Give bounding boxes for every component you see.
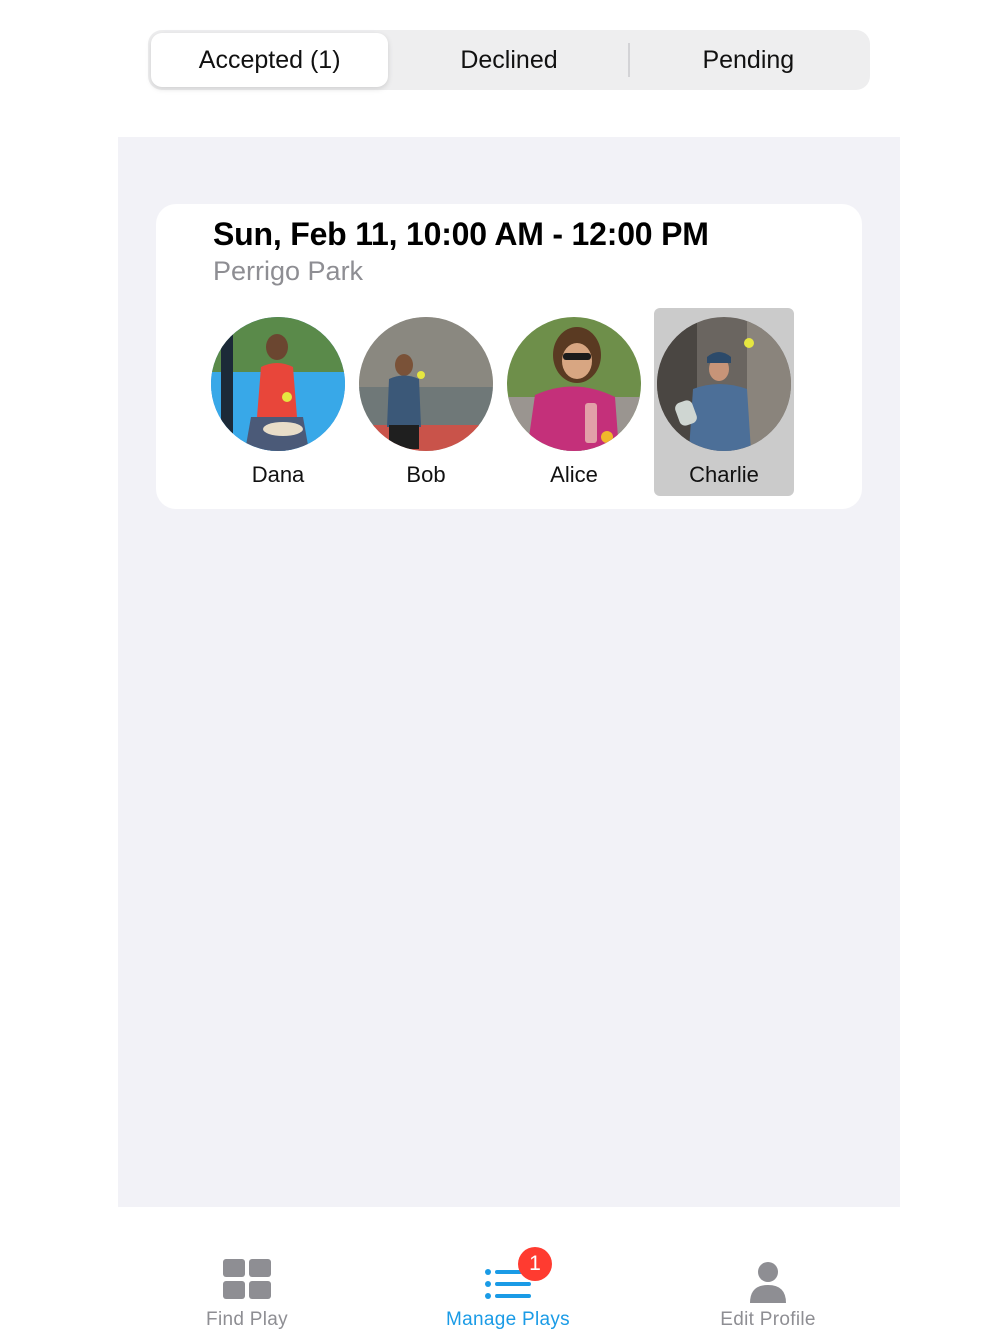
- player-photo-alice: [507, 317, 641, 451]
- event-card[interactable]: Sun, Feb 11, 10:00 AM - 12:00 PM Perrigo…: [156, 204, 862, 509]
- grid-icon: [217, 1255, 277, 1305]
- segment-accepted[interactable]: Accepted (1): [151, 33, 389, 87]
- player-photo-dana: [211, 317, 345, 451]
- tab-manage-plays[interactable]: 1 Manage Plays: [408, 1247, 608, 1333]
- player-name: Bob: [406, 462, 446, 487]
- event-datetime: Sun, Feb 11, 10:00 AM - 12:00 PM: [213, 216, 709, 252]
- avatar: [359, 317, 493, 451]
- player-dana[interactable]: Dana: [208, 308, 348, 496]
- event-location: Perrigo Park: [213, 256, 364, 286]
- tab-label: Manage Plays: [445, 1309, 570, 1330]
- player-bob[interactable]: Bob: [356, 308, 496, 496]
- player-alice[interactable]: Alice: [504, 308, 644, 496]
- status-segmented-control: Accepted (1) Declined Pending: [148, 30, 870, 90]
- tab-label: Find Play: [206, 1309, 288, 1330]
- player-charlie[interactable]: Charlie: [654, 308, 794, 496]
- player-photo-bob: [359, 317, 493, 451]
- tab-bar: Find Play 1 Manage Plays Edit Profile: [0, 1207, 1000, 1334]
- avatar: [211, 317, 345, 451]
- tab-edit-profile[interactable]: Edit Profile: [668, 1247, 868, 1333]
- avatar: [657, 317, 791, 451]
- player-name: Dana: [251, 462, 305, 487]
- segment-declined[interactable]: Declined: [390, 33, 627, 87]
- person-icon: [738, 1255, 798, 1305]
- tab-label: Edit Profile: [720, 1309, 816, 1330]
- content-panel: Sun, Feb 11, 10:00 AM - 12:00 PM Perrigo…: [118, 137, 900, 1207]
- segment-pending[interactable]: Pending: [630, 33, 867, 87]
- player-name: Charlie: [689, 462, 759, 487]
- avatar: [507, 317, 641, 451]
- player-photo-charlie: [657, 317, 791, 451]
- tab-find-play[interactable]: Find Play: [147, 1247, 347, 1333]
- player-name: Alice: [550, 462, 598, 487]
- notification-badge: 1: [518, 1247, 552, 1281]
